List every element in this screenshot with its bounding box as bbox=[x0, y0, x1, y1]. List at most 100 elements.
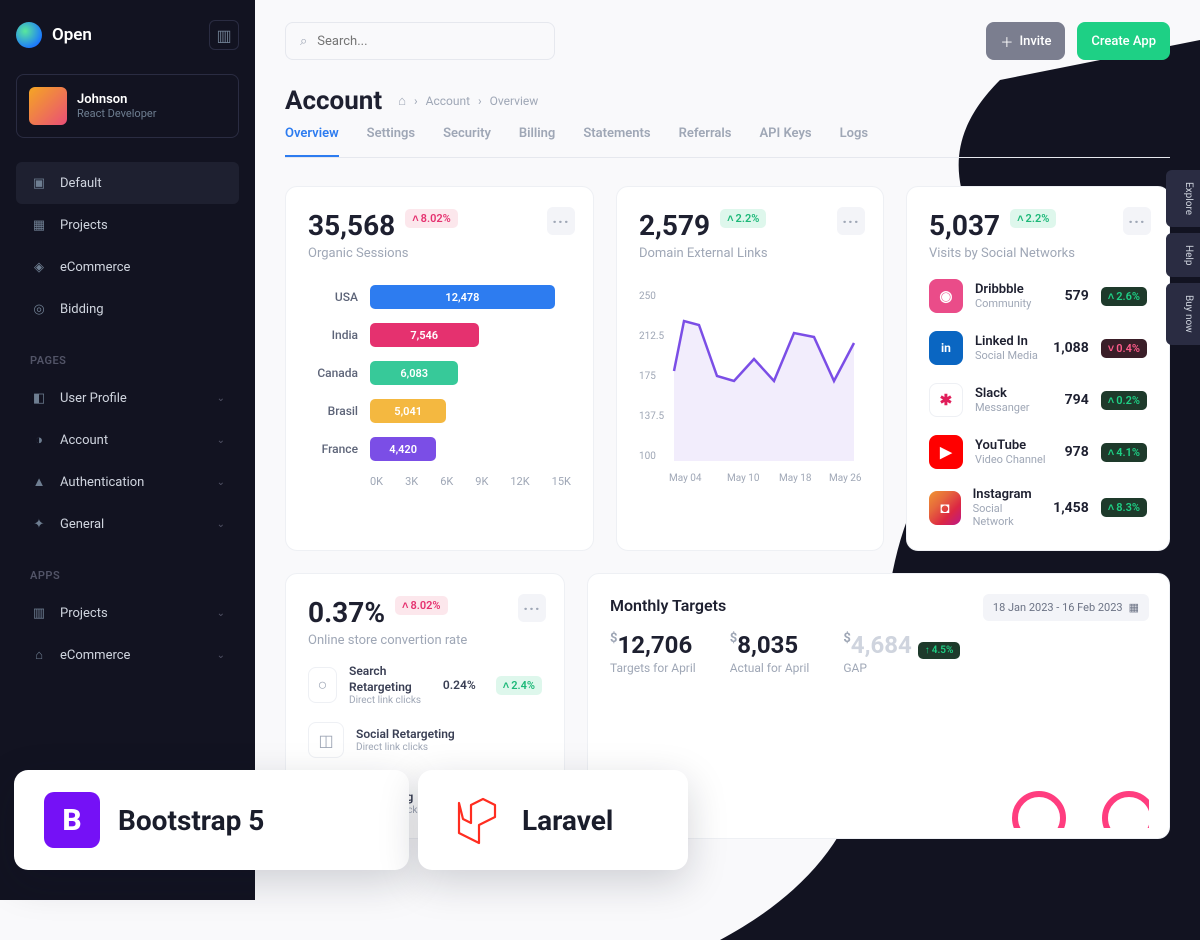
nav-account[interactable]: ◑Account⌄ bbox=[16, 419, 239, 461]
tab-statements[interactable]: Statements bbox=[583, 126, 650, 157]
tab-apikeys[interactable]: API Keys bbox=[759, 126, 811, 157]
card-menu-button[interactable]: ··· bbox=[518, 594, 546, 622]
arrow-up-icon: ˄ bbox=[412, 212, 418, 225]
arrow-up-icon: ˄ bbox=[402, 599, 408, 612]
nav-ecommerce[interactable]: ◈eCommerce bbox=[16, 246, 239, 288]
svg-text:137.5: 137.5 bbox=[639, 411, 664, 422]
svg-text:May 04: May 04 bbox=[669, 473, 702, 484]
card-menu-button[interactable]: ··· bbox=[547, 207, 575, 235]
sessions-label: Organic Sessions bbox=[308, 246, 571, 261]
bar-label: USA bbox=[308, 290, 358, 304]
section-pages: PAGES bbox=[30, 354, 239, 367]
tab-overview[interactable]: Overview bbox=[285, 126, 339, 157]
target-icon: ◎ bbox=[30, 300, 48, 318]
bar-label: France bbox=[308, 442, 358, 456]
svg-text:250: 250 bbox=[639, 291, 656, 302]
social-row-dribbble: ◉DribbbleCommunity579˄2.6% bbox=[929, 279, 1147, 313]
brand-logo[interactable]: Open bbox=[16, 22, 92, 48]
nav-apps-projects[interactable]: ▥Projects⌄ bbox=[16, 592, 239, 634]
nav-apps-ecommerce[interactable]: ⌂eCommerce⌄ bbox=[16, 634, 239, 676]
plus-icon: ＋ bbox=[1000, 32, 1013, 51]
nav-general[interactable]: ✦ General ⌄ bbox=[16, 503, 239, 545]
star-icon: ✦ bbox=[30, 515, 48, 533]
tab-billing[interactable]: Billing bbox=[519, 126, 555, 157]
btn-label: Invite bbox=[1019, 34, 1051, 49]
grid-icon: ▣ bbox=[30, 174, 48, 192]
targets-mini-val: $357 bbox=[610, 775, 1147, 788]
social-label: Visits by Social Networks bbox=[929, 246, 1147, 261]
social-row-youtube: ▶YouTubeVideo Channel978˄4.1% bbox=[929, 435, 1147, 469]
conv-row: ○Search RetargetingDirect link clicks0.2… bbox=[308, 664, 542, 706]
conv-label: Online store convertion rate bbox=[308, 633, 542, 648]
chevron-down-icon: ⌄ bbox=[217, 393, 225, 404]
linkedin-icon: in bbox=[929, 331, 963, 365]
breadcrumb: ⌂› Account› Overview bbox=[398, 93, 538, 109]
sidebar-toggle-button[interactable]: ▥ bbox=[209, 20, 239, 50]
social-delta: ˄2.2% bbox=[1010, 209, 1056, 228]
main-content: ⌕ ＋Invite Create App Account ⌂› Account›… bbox=[255, 0, 1200, 900]
social-value: 5,037 bbox=[929, 209, 1000, 242]
layers-icon: ▦ bbox=[30, 216, 48, 234]
instagram-icon: ◘ bbox=[929, 491, 961, 525]
card-external-links: ··· 2,579 ˄2.2% Domain External Links 25… bbox=[616, 186, 884, 551]
nav-label: General bbox=[60, 517, 104, 532]
nav-label: Bidding bbox=[60, 302, 104, 317]
user-card[interactable]: Johnson React Developer bbox=[16, 74, 239, 138]
user-role: React Developer bbox=[77, 107, 156, 120]
tab-settings[interactable]: Settings bbox=[367, 126, 415, 157]
tab-security[interactable]: Security bbox=[443, 126, 491, 157]
crumb-account[interactable]: Account bbox=[426, 94, 470, 108]
tab-referrals[interactable]: Referrals bbox=[679, 126, 732, 157]
search-input[interactable] bbox=[317, 34, 540, 49]
nav-auth[interactable]: ▲ Authentication ⌄ bbox=[16, 461, 239, 503]
svg-text:212.5: 212.5 bbox=[639, 331, 664, 342]
pie-icon: ◑ bbox=[30, 431, 48, 449]
nav-label: User Profile bbox=[60, 391, 127, 406]
nav-user-profile[interactable]: ◧ User Profile ⌄ bbox=[16, 377, 239, 419]
search-icon: ⌕ bbox=[300, 34, 307, 49]
brand-name: Open bbox=[52, 25, 92, 45]
bar-usa: 12,478 bbox=[370, 285, 555, 309]
home-icon[interactable]: ⌂ bbox=[398, 93, 406, 109]
tech-pill-bootstrap: B Bootstrap 5 bbox=[14, 770, 409, 870]
user-icon: ◧ bbox=[30, 389, 48, 407]
nav-label: Authentication bbox=[60, 475, 144, 490]
nav-default[interactable]: ▣ Default bbox=[16, 162, 239, 204]
avatar bbox=[29, 87, 67, 125]
chevron-down-icon: ⌄ bbox=[217, 477, 225, 488]
arrow-up-icon: ˄ bbox=[1108, 446, 1114, 459]
tech-pill-laravel: Laravel bbox=[418, 770, 688, 870]
btn-label: Create App bbox=[1091, 34, 1156, 49]
circle-icon: ○ bbox=[308, 667, 337, 703]
card-menu-button[interactable]: ··· bbox=[837, 207, 865, 235]
crumb-overview: Overview bbox=[490, 94, 539, 108]
lock-icon: ▲ bbox=[30, 473, 48, 491]
links-label: Domain External Links bbox=[639, 246, 861, 261]
nav-bidding[interactable]: ◎ Bidding bbox=[16, 288, 239, 330]
side-tab-help[interactable]: Help bbox=[1166, 233, 1200, 277]
card-menu-button[interactable]: ··· bbox=[1123, 207, 1151, 235]
sessions-value: 35,568 bbox=[308, 209, 395, 242]
nav-label: eCommerce bbox=[60, 260, 130, 275]
bar-axis: 0K3K6K9K12K15K bbox=[308, 475, 571, 488]
social-row-slack: ✱SlackMessanger794˄0.2% bbox=[929, 383, 1147, 417]
date-range-picker[interactable]: 18 Jan 2023 - 16 Feb 2023▦ bbox=[983, 594, 1149, 621]
card-social-visits: ··· 5,037 ˄2.2% Visits by Social Network… bbox=[906, 186, 1170, 551]
create-app-button[interactable]: Create App bbox=[1077, 22, 1170, 60]
side-tab-buy[interactable]: Buy now bbox=[1166, 283, 1200, 345]
tab-logs[interactable]: Logs bbox=[840, 126, 868, 157]
invite-button[interactable]: ＋ Invite bbox=[986, 22, 1065, 60]
nav-projects[interactable]: ▦Projects bbox=[16, 204, 239, 246]
chevron-right-icon: › bbox=[414, 94, 418, 108]
nav-label: Default bbox=[60, 176, 102, 191]
search-box[interactable]: ⌕ bbox=[285, 22, 555, 60]
arrow-up-icon: ˄ bbox=[1108, 290, 1114, 303]
chevron-down-icon: ⌄ bbox=[217, 519, 225, 530]
chevron-down-icon: ⌄ bbox=[217, 650, 225, 661]
arrow-up-icon: ˄ bbox=[1017, 212, 1023, 225]
side-tab-explore[interactable]: Explore bbox=[1166, 170, 1200, 227]
svg-text:May 10: May 10 bbox=[727, 473, 760, 484]
arrow-up-icon: ˄ bbox=[1108, 394, 1114, 407]
arrow-down-icon: ˅ bbox=[1108, 342, 1114, 355]
bar-france: 4,420 bbox=[370, 437, 436, 461]
